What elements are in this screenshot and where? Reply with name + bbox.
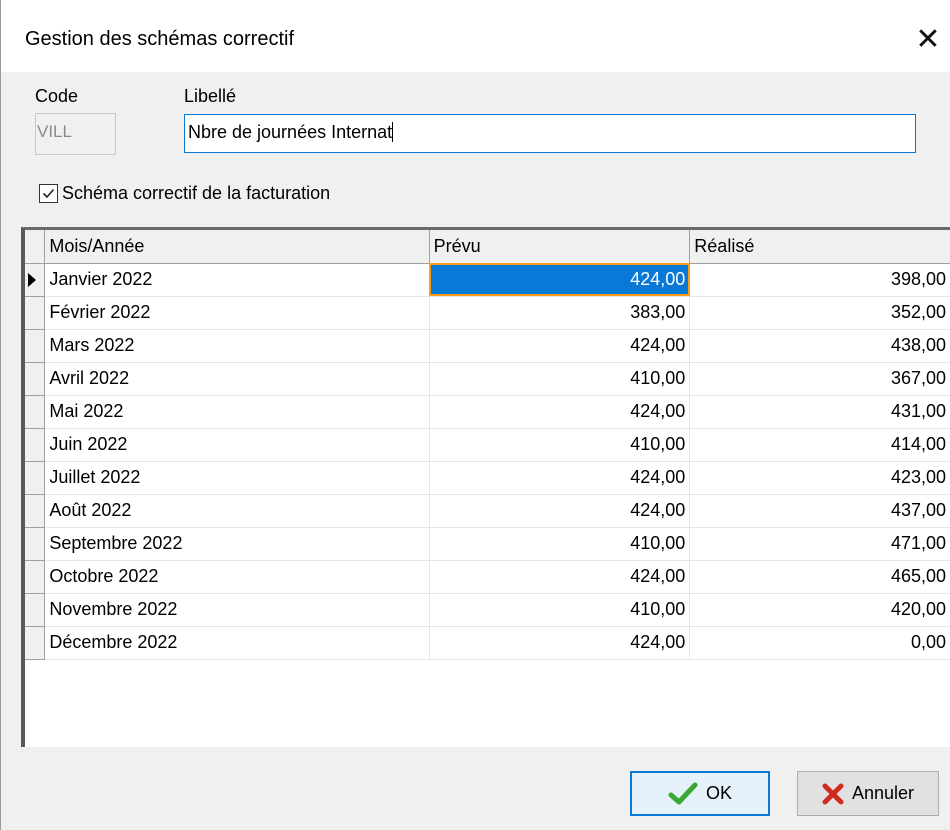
cell-prevu[interactable]: 424,00 [429, 461, 691, 495]
cell-realise[interactable]: 465,00 [689, 560, 950, 594]
cell-prevu[interactable]: 424,00 [429, 560, 691, 594]
checkmark-icon [42, 188, 55, 199]
cell-realise[interactable]: 431,00 [689, 395, 950, 429]
row-indicator[interactable] [25, 428, 46, 462]
cell-mois[interactable]: Mai 2022 [44, 395, 430, 429]
data-grid[interactable]: Mois/Année Prévu Réalisé Janvier 2022 424… [21, 227, 950, 747]
current-row-arrow-icon [28, 272, 36, 287]
cell-realise[interactable]: 367,00 [689, 362, 950, 396]
code-field: VILL [35, 113, 116, 155]
row-indicator[interactable] [25, 560, 46, 594]
cell-prevu[interactable]: 424,00 [429, 395, 691, 429]
column-header-mois[interactable]: Mois/Année [44, 230, 430, 264]
cell-realise[interactable]: 414,00 [689, 428, 950, 462]
code-label: Code [35, 86, 79, 106]
checkmark-icon [668, 782, 698, 806]
row-indicator[interactable] [25, 626, 46, 660]
cell-realise[interactable]: 0,00 [689, 626, 950, 660]
header-indicator-cell [25, 230, 46, 264]
cell-prevu[interactable]: 424,00 [429, 263, 691, 297]
cell-realise[interactable]: 420,00 [689, 593, 950, 627]
text-caret [392, 122, 394, 142]
cell-mois[interactable]: Juillet 2022 [44, 461, 430, 495]
row-indicator[interactable] [25, 263, 46, 297]
cell-prevu[interactable]: 410,00 [429, 362, 691, 396]
cell-mois[interactable]: Mars 2022 [44, 329, 430, 363]
row-indicator[interactable] [25, 461, 46, 495]
cell-mois[interactable]: Novembre 2022 [44, 593, 430, 627]
cell-mois[interactable]: Juin 2022 [44, 428, 430, 462]
ok-button[interactable]: OK [630, 771, 770, 816]
cell-realise[interactable]: 471,00 [689, 527, 950, 561]
table-row[interactable]: Juin 2022 410,00 414,00 [25, 428, 950, 462]
row-indicator[interactable] [25, 593, 46, 627]
table-row[interactable]: Mai 2022 424,00 431,00 [25, 395, 950, 429]
cell-realise[interactable]: 398,00 [689, 263, 950, 297]
cell-mois[interactable]: Janvier 2022 [44, 263, 430, 297]
cell-prevu[interactable]: 424,00 [429, 626, 691, 660]
cell-prevu[interactable]: 410,00 [429, 593, 691, 627]
title-bar: Gestion des schémas correctif ✕ [1, 0, 950, 72]
cell-realise[interactable]: 352,00 [689, 296, 950, 330]
grid-table: Mois/Année Prévu Réalisé Janvier 2022 424… [25, 230, 950, 660]
libelle-label: Libellé [184, 86, 237, 106]
table-row[interactable]: Mars 2022 424,00 438,00 [25, 329, 950, 363]
ok-button-label: OK [705, 783, 732, 803]
libelle-input[interactable]: Nbre de journées Internat [184, 114, 916, 153]
checkbox-label: Schéma correctif de la facturation [62, 183, 331, 203]
cancel-button[interactable]: Annuler [797, 771, 939, 816]
grid-header-row: Mois/Année Prévu Réalisé [25, 230, 950, 264]
cell-realise[interactable]: 437,00 [689, 494, 950, 528]
cell-prevu[interactable]: 424,00 [429, 494, 691, 528]
table-row[interactable]: Février 2022 383,00 352,00 [25, 296, 950, 330]
cell-mois[interactable]: Septembre 2022 [44, 527, 430, 561]
cell-mois[interactable]: Octobre 2022 [44, 560, 430, 594]
row-indicator[interactable] [25, 395, 46, 429]
cell-realise[interactable]: 423,00 [689, 461, 950, 495]
table-row[interactable]: Octobre 2022 424,00 465,00 [25, 560, 950, 594]
schema-correctif-checkbox-row[interactable]: Schéma correctif de la facturation [39, 183, 330, 204]
cancel-button-label: Annuler [851, 783, 915, 803]
table-row[interactable]: Janvier 2022 424,00 398,00 [25, 263, 950, 297]
row-indicator[interactable] [25, 494, 46, 528]
schema-correctif-checkbox[interactable] [39, 184, 58, 203]
table-row[interactable]: Août 2022 424,00 437,00 [25, 494, 950, 528]
row-indicator[interactable] [25, 527, 46, 561]
cell-prevu[interactable]: 424,00 [429, 329, 691, 363]
libelle-value: Nbre de journées Internat [188, 122, 393, 142]
button-bar: OK Annuler [21, 747, 950, 830]
cell-prevu[interactable]: 383,00 [429, 296, 691, 330]
table-row[interactable]: Novembre 2022 410,00 420,00 [25, 593, 950, 627]
cell-mois[interactable]: Avril 2022 [44, 362, 430, 396]
row-indicator[interactable] [25, 362, 46, 396]
table-row[interactable]: Avril 2022 410,00 367,00 [25, 362, 950, 396]
cell-mois[interactable]: Décembre 2022 [44, 626, 430, 660]
cell-mois[interactable]: Février 2022 [44, 296, 430, 330]
column-header-prevu[interactable]: Prévu [429, 230, 691, 264]
cell-realise[interactable]: 438,00 [689, 329, 950, 363]
dialog-window: Gestion des schémas correctif ✕ Code Lib… [0, 0, 950, 830]
window-title: Gestion des schémas correctif [25, 28, 294, 50]
table-row[interactable]: Décembre 2022 424,00 0,00 [25, 626, 950, 660]
table-row[interactable]: Septembre 2022 410,00 471,00 [25, 527, 950, 561]
x-icon [822, 783, 844, 805]
cell-mois[interactable]: Août 2022 [44, 494, 430, 528]
cell-prevu[interactable]: 410,00 [429, 428, 691, 462]
row-indicator[interactable] [25, 329, 46, 363]
cell-prevu[interactable]: 410,00 [429, 527, 691, 561]
column-header-realise[interactable]: Réalisé [689, 230, 950, 264]
close-icon[interactable]: ✕ [906, 18, 950, 62]
row-indicator[interactable] [25, 296, 46, 330]
table-row[interactable]: Juillet 2022 424,00 423,00 [25, 461, 950, 495]
